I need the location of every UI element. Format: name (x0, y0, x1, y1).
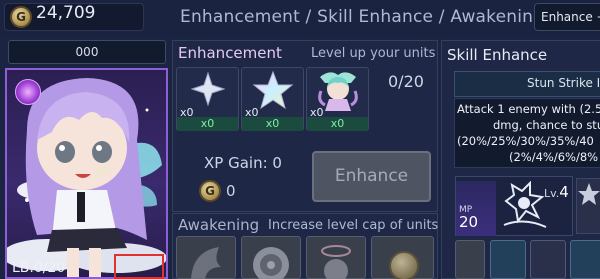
skill-description: Attack 1 enemy with (2.5x dmg, chance to… (454, 98, 600, 168)
material-count: 0/20 (388, 72, 424, 91)
rainbow-star-icon (252, 70, 294, 110)
material-slot-chibi-unit[interactable]: x0 x0 (306, 67, 369, 131)
skill-enhance-title: Skill Enhance (447, 46, 548, 64)
xp-gain-label: XP Gain: 0 (204, 154, 282, 172)
crescent-icon (497, 247, 511, 275)
gold-coin-icon: G (10, 6, 32, 28)
skill-level-label: Lv.4 (544, 183, 569, 201)
limit-break-label: LB.0/20 (12, 260, 66, 276)
skill-card[interactable]: MP 20 Lv.4 (455, 176, 573, 236)
material-slot-rainbow-star[interactable]: x0 x0 (241, 67, 304, 131)
skill-name-header: Stun Strike I (454, 71, 600, 97)
mp-value: 20 (459, 213, 479, 231)
skill-material-slot[interactable] (570, 240, 600, 279)
enhance-button[interactable]: Enhance (312, 151, 431, 202)
disc-icon (253, 247, 289, 279)
wing-icon (191, 247, 221, 279)
selected-count-bar: x0 (177, 117, 238, 131)
page-title: Enhancement / Skill Enhance / Awakening (180, 7, 545, 27)
unit-name-field[interactable]: 000 (8, 40, 166, 64)
gold-amount: 24,709 (36, 3, 96, 23)
silver-star-icon (191, 72, 225, 106)
skill-material-slot[interactable] (530, 240, 566, 279)
awakening-slot[interactable] (176, 236, 236, 279)
element-orb-icon (15, 79, 41, 105)
gold-cost: 0 (226, 182, 236, 200)
mode-select[interactable]: Enhance + (534, 3, 600, 31)
skill-material-slot[interactable] (455, 240, 485, 279)
skill-material-slot[interactable] (490, 240, 526, 279)
crescent-icon (537, 247, 551, 275)
halo-icon (321, 245, 351, 279)
awakening-slot[interactable] (241, 236, 301, 279)
awakening-slot[interactable] (371, 236, 434, 279)
crescent-icon (577, 247, 591, 275)
star-burst-icon (578, 183, 600, 205)
enhancement-subtitle: Level up your units (311, 46, 436, 61)
awakening-slot[interactable] (306, 236, 366, 279)
highlight-box[interactable] (114, 254, 164, 279)
gold-coin-icon: G (199, 180, 221, 202)
selected-count-bar: x0 (242, 117, 303, 131)
skill-card-next[interactable] (576, 178, 600, 234)
awakening-title: Awakening (178, 216, 260, 234)
material-slot-silver-star[interactable]: x0 x0 (176, 67, 239, 131)
gold-coin-icon (389, 251, 419, 279)
selected-count-bar: x0 (307, 117, 368, 131)
awakening-subtitle: Increase level cap of units (268, 218, 439, 233)
enhancement-title: Enhancement (178, 44, 282, 62)
